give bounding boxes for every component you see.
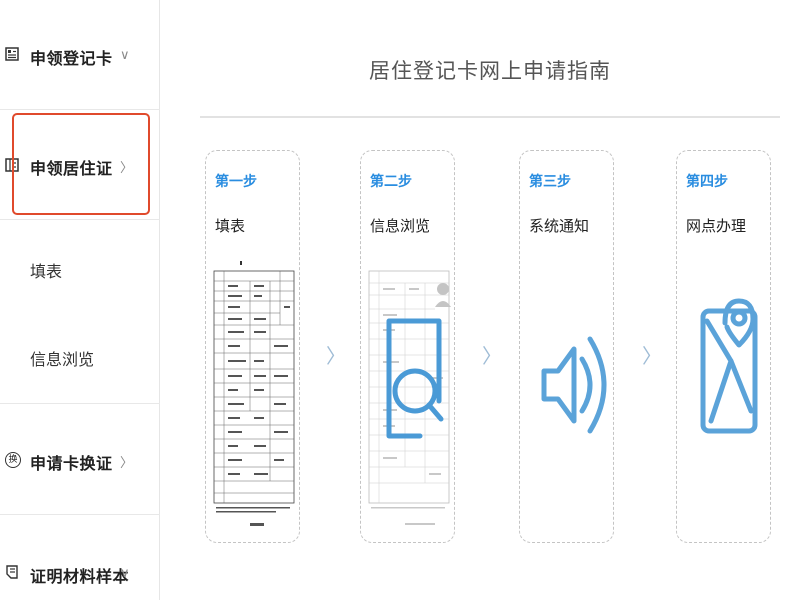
sidebar-item-label: 证明材料样本 [30, 567, 130, 586]
sidebar-item-label: 申领登记卡 [30, 49, 113, 68]
chevron-down-icon: ∨ [120, 48, 130, 63]
sub-item-fill-form[interactable]: 填表 [0, 225, 160, 315]
chevron-down-icon: ∨ [120, 566, 130, 581]
step-name: 信息浏览 [370, 217, 431, 235]
sub-item-info-browse[interactable]: 信息浏览 [0, 313, 160, 403]
sidebar-item-card-exchange[interactable]: 换 申请卡换证 〉 [0, 405, 160, 515]
step-number: 第四步 [686, 174, 728, 190]
divider [0, 403, 160, 404]
step-number: 第一步 [215, 174, 257, 190]
step-number: 第三步 [529, 174, 571, 190]
sidebar-item-label: 申请卡换证 [30, 454, 113, 473]
sidebar: 申领登记卡 ∨ 申领居住证 〉 填表 信息浏览 换 申请卡换证 〉 证明材料样本… [0, 0, 160, 600]
chevron-right-icon: 〉 [326, 344, 346, 368]
page-title: 居住登记卡网上申请指南 [369, 59, 611, 83]
step-card-2[interactable]: 第二步 信息浏览 [360, 150, 455, 543]
step-card-1[interactable]: 第一步 填表 [205, 150, 300, 543]
map-location-icon [681, 261, 769, 536]
chevron-right-icon: 〉 [642, 344, 662, 368]
step-name: 系统通知 [529, 217, 590, 235]
speaker-icon [524, 261, 612, 536]
step-card-4[interactable]: 第四步 网点办理 [676, 150, 771, 543]
form-document-image [210, 261, 298, 536]
form-with-magnifier-image [365, 261, 453, 536]
chevron-right-icon: 〉 [120, 456, 134, 471]
sub-item-label: 填表 [30, 262, 63, 281]
document-sample-icon [5, 565, 19, 579]
step-number: 第二步 [370, 174, 412, 190]
selection-highlight [12, 113, 150, 215]
exchange-icon: 换 [5, 452, 21, 468]
title-divider [200, 116, 780, 118]
sidebar-item-register-card[interactable]: 申领登记卡 ∨ [0, 0, 160, 110]
sub-item-label: 信息浏览 [30, 350, 95, 369]
step-name: 填表 [215, 217, 246, 235]
sidebar-item-document-samples[interactable]: 证明材料样本 ∨ [0, 515, 160, 600]
step-name: 网点办理 [686, 217, 747, 235]
chevron-right-icon: 〉 [482, 344, 502, 368]
step-card-3[interactable]: 第三步 系统通知 [519, 150, 614, 543]
register-card-icon [5, 47, 19, 61]
